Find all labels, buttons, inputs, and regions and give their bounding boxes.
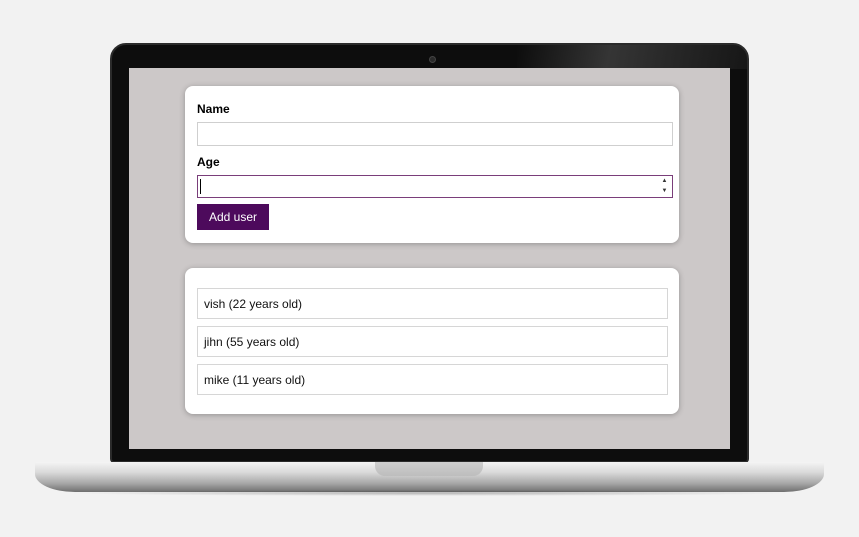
spinner-down-icon[interactable]: ▼	[660, 188, 669, 195]
add-user-form: Name Age ▲ ▼ Add user	[185, 86, 679, 243]
name-label: Name	[197, 102, 230, 116]
age-spinner[interactable]: ▲ ▼	[660, 178, 669, 195]
add-user-button[interactable]: Add user	[197, 204, 269, 230]
laptop-notch	[375, 462, 483, 476]
list-item: vish (22 years old)	[197, 288, 668, 319]
text-caret	[200, 179, 201, 194]
users-list: vish (22 years old) jihn (55 years old) …	[185, 268, 679, 414]
spinner-up-icon[interactable]: ▲	[660, 178, 669, 185]
laptop-shadow	[60, 490, 799, 496]
list-item: jihn (55 years old)	[197, 326, 668, 357]
age-label: Age	[197, 155, 220, 169]
app-screen: Name Age ▲ ▼ Add user vish (22 years old…	[129, 68, 730, 449]
camera-icon	[429, 56, 436, 63]
name-input[interactable]	[197, 122, 673, 146]
age-input[interactable]	[197, 175, 673, 198]
list-item: mike (11 years old)	[197, 364, 668, 395]
